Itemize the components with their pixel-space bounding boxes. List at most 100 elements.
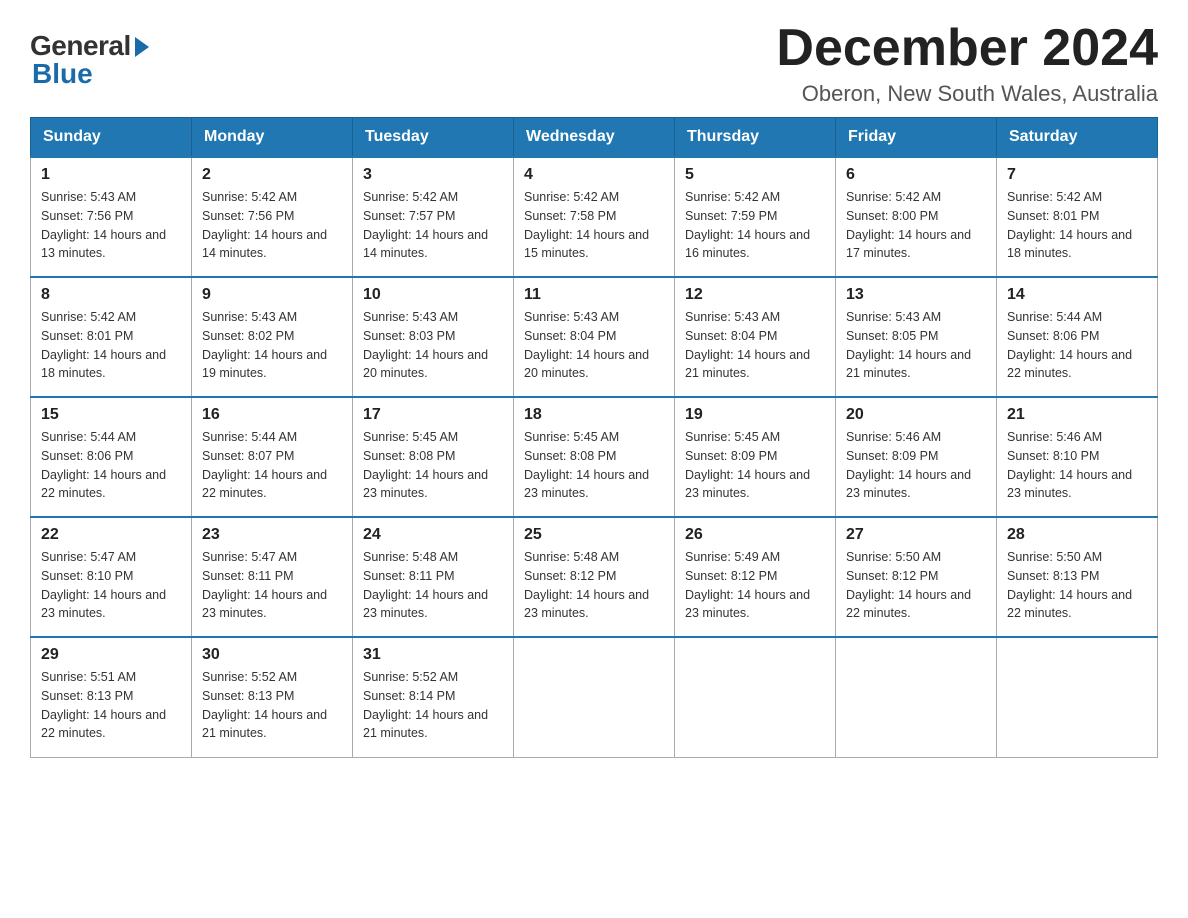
calendar-day-cell: 20 Sunrise: 5:46 AM Sunset: 8:09 PM Dayl… (836, 397, 997, 517)
calendar-day-cell: 23 Sunrise: 5:47 AM Sunset: 8:11 PM Dayl… (192, 517, 353, 637)
day-info: Sunrise: 5:46 AM Sunset: 8:10 PM Dayligh… (1007, 428, 1147, 503)
day-info: Sunrise: 5:43 AM Sunset: 8:04 PM Dayligh… (524, 308, 664, 383)
location-subtitle: Oberon, New South Wales, Australia (776, 81, 1158, 107)
daylight-label: Daylight: 14 hours and 13 minutes. (41, 228, 166, 261)
day-number: 24 (363, 526, 503, 544)
sunrise-label: Sunrise: 5:42 AM (846, 190, 941, 204)
sunset-label: Sunset: 8:07 PM (202, 449, 294, 463)
day-info: Sunrise: 5:48 AM Sunset: 8:12 PM Dayligh… (524, 548, 664, 623)
sunrise-label: Sunrise: 5:44 AM (41, 430, 136, 444)
calendar-day-cell: 25 Sunrise: 5:48 AM Sunset: 8:12 PM Dayl… (514, 517, 675, 637)
sunrise-label: Sunrise: 5:45 AM (524, 430, 619, 444)
calendar-week-row: 29 Sunrise: 5:51 AM Sunset: 8:13 PM Dayl… (31, 637, 1158, 757)
day-number: 26 (685, 526, 825, 544)
day-number: 15 (41, 406, 181, 424)
calendar-day-cell: 4 Sunrise: 5:42 AM Sunset: 7:58 PM Dayli… (514, 157, 675, 277)
logo-blue-text: Blue (30, 58, 93, 90)
sunset-label: Sunset: 8:04 PM (685, 329, 777, 343)
day-number: 31 (363, 646, 503, 664)
day-info: Sunrise: 5:43 AM Sunset: 8:05 PM Dayligh… (846, 308, 986, 383)
sunrise-label: Sunrise: 5:45 AM (363, 430, 458, 444)
calendar-day-cell: 17 Sunrise: 5:45 AM Sunset: 8:08 PM Dayl… (353, 397, 514, 517)
calendar-day-cell: 30 Sunrise: 5:52 AM Sunset: 8:13 PM Dayl… (192, 637, 353, 757)
daylight-label: Daylight: 14 hours and 21 minutes. (846, 348, 971, 381)
weekday-header: Sunday (31, 118, 192, 158)
sunrise-label: Sunrise: 5:46 AM (1007, 430, 1102, 444)
daylight-label: Daylight: 14 hours and 14 minutes. (202, 228, 327, 261)
day-number: 18 (524, 406, 664, 424)
weekday-header: Monday (192, 118, 353, 158)
daylight-label: Daylight: 14 hours and 23 minutes. (685, 468, 810, 501)
month-year-title: December 2024 (776, 20, 1158, 77)
sunrise-label: Sunrise: 5:43 AM (846, 310, 941, 324)
sunrise-label: Sunrise: 5:44 AM (202, 430, 297, 444)
day-info: Sunrise: 5:50 AM Sunset: 8:13 PM Dayligh… (1007, 548, 1147, 623)
calendar-day-cell (514, 637, 675, 757)
daylight-label: Daylight: 14 hours and 23 minutes. (41, 588, 166, 621)
weekday-header: Friday (836, 118, 997, 158)
weekday-header: Tuesday (353, 118, 514, 158)
sunrise-label: Sunrise: 5:42 AM (363, 190, 458, 204)
daylight-label: Daylight: 14 hours and 19 minutes. (202, 348, 327, 381)
sunset-label: Sunset: 8:10 PM (41, 569, 133, 583)
daylight-label: Daylight: 14 hours and 20 minutes. (363, 348, 488, 381)
calendar-day-cell: 14 Sunrise: 5:44 AM Sunset: 8:06 PM Dayl… (997, 277, 1158, 397)
calendar-day-cell: 9 Sunrise: 5:43 AM Sunset: 8:02 PM Dayli… (192, 277, 353, 397)
sunrise-label: Sunrise: 5:43 AM (363, 310, 458, 324)
day-number: 1 (41, 166, 181, 184)
sunrise-label: Sunrise: 5:47 AM (202, 550, 297, 564)
sunset-label: Sunset: 8:13 PM (41, 689, 133, 703)
sunrise-label: Sunrise: 5:42 AM (685, 190, 780, 204)
sunset-label: Sunset: 8:09 PM (846, 449, 938, 463)
daylight-label: Daylight: 14 hours and 22 minutes. (846, 588, 971, 621)
calendar-day-cell: 27 Sunrise: 5:50 AM Sunset: 8:12 PM Dayl… (836, 517, 997, 637)
sunrise-label: Sunrise: 5:42 AM (1007, 190, 1102, 204)
day-info: Sunrise: 5:46 AM Sunset: 8:09 PM Dayligh… (846, 428, 986, 503)
sunset-label: Sunset: 7:56 PM (202, 209, 294, 223)
day-number: 3 (363, 166, 503, 184)
sunrise-label: Sunrise: 5:50 AM (846, 550, 941, 564)
day-info: Sunrise: 5:50 AM Sunset: 8:12 PM Dayligh… (846, 548, 986, 623)
calendar-week-row: 15 Sunrise: 5:44 AM Sunset: 8:06 PM Dayl… (31, 397, 1158, 517)
day-info: Sunrise: 5:49 AM Sunset: 8:12 PM Dayligh… (685, 548, 825, 623)
day-number: 12 (685, 286, 825, 304)
day-number: 7 (1007, 166, 1147, 184)
sunrise-label: Sunrise: 5:45 AM (685, 430, 780, 444)
day-info: Sunrise: 5:45 AM Sunset: 8:09 PM Dayligh… (685, 428, 825, 503)
calendar-table: SundayMondayTuesdayWednesdayThursdayFrid… (30, 117, 1158, 758)
calendar-day-cell (836, 637, 997, 757)
day-info: Sunrise: 5:43 AM Sunset: 8:03 PM Dayligh… (363, 308, 503, 383)
sunset-label: Sunset: 7:56 PM (41, 209, 133, 223)
calendar-day-cell: 24 Sunrise: 5:48 AM Sunset: 8:11 PM Dayl… (353, 517, 514, 637)
calendar-day-cell: 8 Sunrise: 5:42 AM Sunset: 8:01 PM Dayli… (31, 277, 192, 397)
day-number: 23 (202, 526, 342, 544)
day-number: 21 (1007, 406, 1147, 424)
sunset-label: Sunset: 8:06 PM (41, 449, 133, 463)
sunset-label: Sunset: 8:10 PM (1007, 449, 1099, 463)
daylight-label: Daylight: 14 hours and 17 minutes. (846, 228, 971, 261)
sunrise-label: Sunrise: 5:48 AM (363, 550, 458, 564)
weekday-header: Saturday (997, 118, 1158, 158)
title-section: December 2024 Oberon, New South Wales, A… (776, 20, 1158, 107)
calendar-day-cell: 29 Sunrise: 5:51 AM Sunset: 8:13 PM Dayl… (31, 637, 192, 757)
calendar-day-cell: 18 Sunrise: 5:45 AM Sunset: 8:08 PM Dayl… (514, 397, 675, 517)
day-number: 5 (685, 166, 825, 184)
sunset-label: Sunset: 8:08 PM (524, 449, 616, 463)
day-number: 19 (685, 406, 825, 424)
daylight-label: Daylight: 14 hours and 14 minutes. (363, 228, 488, 261)
day-number: 11 (524, 286, 664, 304)
daylight-label: Daylight: 14 hours and 23 minutes. (524, 468, 649, 501)
calendar-day-cell: 19 Sunrise: 5:45 AM Sunset: 8:09 PM Dayl… (675, 397, 836, 517)
sunrise-label: Sunrise: 5:43 AM (202, 310, 297, 324)
calendar-day-cell: 1 Sunrise: 5:43 AM Sunset: 7:56 PM Dayli… (31, 157, 192, 277)
day-number: 4 (524, 166, 664, 184)
day-number: 9 (202, 286, 342, 304)
day-number: 10 (363, 286, 503, 304)
calendar-day-cell: 31 Sunrise: 5:52 AM Sunset: 8:14 PM Dayl… (353, 637, 514, 757)
day-number: 13 (846, 286, 986, 304)
calendar-day-cell: 22 Sunrise: 5:47 AM Sunset: 8:10 PM Dayl… (31, 517, 192, 637)
day-info: Sunrise: 5:42 AM Sunset: 8:00 PM Dayligh… (846, 188, 986, 263)
sunset-label: Sunset: 8:12 PM (524, 569, 616, 583)
daylight-label: Daylight: 14 hours and 23 minutes. (202, 588, 327, 621)
daylight-label: Daylight: 14 hours and 22 minutes. (1007, 348, 1132, 381)
